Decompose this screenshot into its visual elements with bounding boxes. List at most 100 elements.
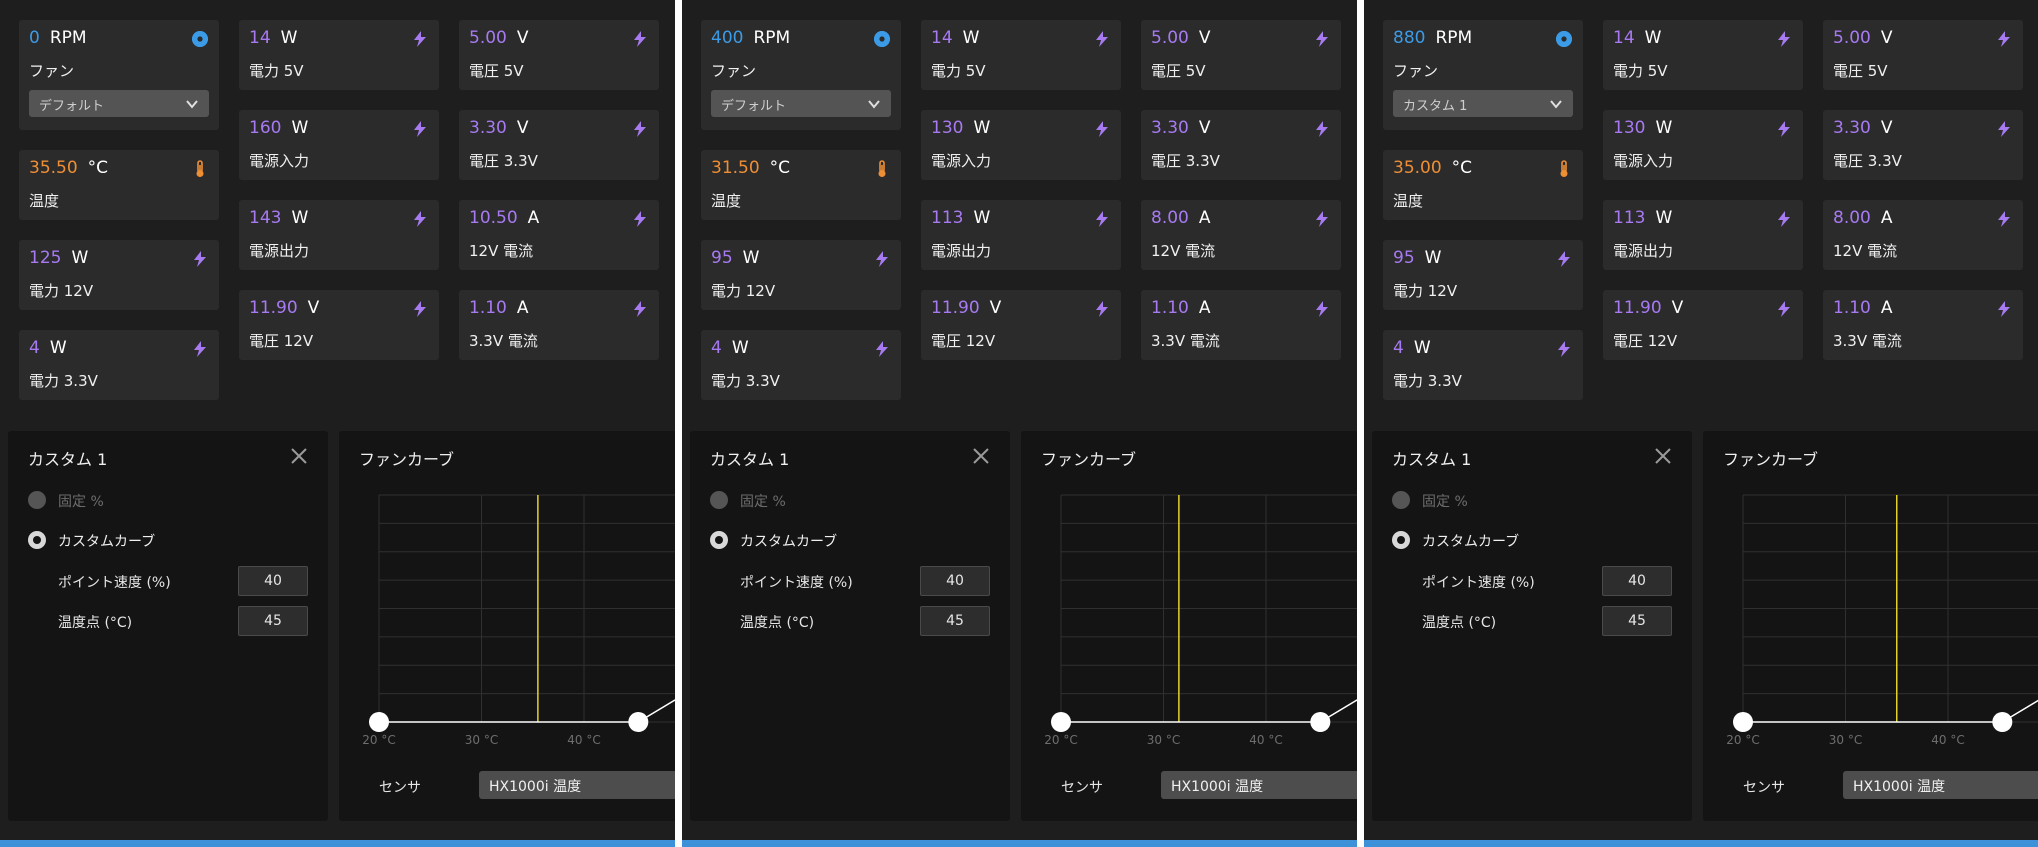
voltage-card: 3.30 V 電圧 3.3V: [1141, 110, 1341, 180]
reading-unit: A: [527, 208, 540, 228]
sensor-reading: 0 RPM: [29, 28, 87, 48]
reading-label: 電圧 12V: [931, 332, 996, 350]
fixed-percent-radio[interactable]: [28, 491, 46, 509]
reading-label: 12V 電流: [1833, 242, 1898, 260]
reading-value: 880: [1393, 28, 1426, 48]
lightning-icon: [1093, 300, 1111, 318]
reading-label: 電源出力: [931, 242, 992, 260]
voltage-card: 1.10 A 3.3V 電流: [1823, 290, 2023, 360]
sensor-reading: 1.10 A: [469, 298, 529, 318]
gear-icon[interactable]: [191, 30, 209, 48]
power-card: 11.90 V 電圧 12V: [1603, 290, 1803, 360]
temp-point-label: 温度点 (°C): [740, 615, 815, 631]
fixed-percent-radio[interactable]: [710, 491, 728, 509]
custom-profile-title: カスタム 1: [1392, 450, 1472, 469]
reading-unit: V: [989, 298, 1002, 318]
fixed-percent-label: 固定 %: [1422, 494, 1468, 510]
reading-unit: A: [1198, 298, 1211, 318]
reading-value: 11.90: [249, 298, 298, 318]
sensor-reading: 14 W: [1613, 28, 1661, 48]
sensor-reading: 10.50 A: [469, 208, 539, 228]
temp-point-input[interactable]: 45: [1602, 606, 1672, 636]
temp-point-label: 温度点 (°C): [58, 615, 133, 631]
reading-value: 14: [1613, 28, 1635, 48]
lightning-icon: [1313, 30, 1331, 48]
sensor-reading: 5.00 V: [1833, 28, 1893, 48]
reading-value: 4: [1393, 338, 1404, 358]
x-tick-label: 40 °C: [1931, 733, 1964, 747]
close-icon[interactable]: [972, 447, 990, 465]
reading-unit: W: [291, 118, 309, 138]
lightning-icon: [191, 340, 209, 358]
reading-unit: W: [973, 208, 991, 228]
sensor-reading: 3.30 V: [1151, 118, 1211, 138]
sensor-reading: 4W: [29, 338, 67, 358]
temp-point-input[interactable]: 45: [920, 606, 990, 636]
fan-curve-chart[interactable]: 20 °C30 °C40 °C5: [1021, 431, 1357, 761]
reading-value: 130: [931, 118, 964, 138]
custom-profile-panel: カスタム 1 固定 % カスタムカーブ ポイント速度 (%) 40 温度点 (°C) 45: [8, 431, 328, 821]
power-card: 130 W 電源入力: [921, 110, 1121, 180]
reading-value: 1.10: [469, 298, 507, 318]
close-icon[interactable]: [290, 447, 308, 465]
sensor-reading: 113 W: [1613, 208, 1672, 228]
sensor-select[interactable]: HX1000i 温度: [1843, 771, 2038, 799]
reading-unit: W: [291, 208, 309, 228]
power-card: 4 W 電力 3.3V: [701, 330, 901, 400]
custom-profile-title: カスタム 1: [710, 450, 790, 469]
chart-grid: [1742, 494, 2038, 723]
power-card: 130 W 電源入力: [1603, 110, 1803, 180]
close-icon[interactable]: [1654, 447, 1672, 465]
custom-curve-radio[interactable]: [710, 531, 728, 549]
reading-label: 温度: [711, 192, 742, 210]
reading-value: 5.00: [469, 28, 507, 48]
reading-value: 143: [249, 208, 282, 228]
fan-curve-chart[interactable]: 20 °C30 °C40 °C5: [339, 431, 675, 761]
lightning-icon: [1775, 30, 1793, 48]
monitor-panel: 400 RPM ファン デフォルト 31.50 °C 温度 95 W 電力 12V 4 W 電力 3.3…: [682, 0, 1357, 847]
power-card: 14 W 電力 5V: [921, 20, 1121, 90]
temp-point-input[interactable]: 45: [238, 606, 308, 636]
curve-point-handle[interactable]: [1992, 712, 2013, 732]
fan-mode-select[interactable]: カスタム 1: [1393, 90, 1573, 117]
reading-value: 3.30: [1151, 118, 1189, 138]
curve-point-handle[interactable]: [369, 712, 389, 732]
fan-mode-select[interactable]: デフォルト: [711, 90, 891, 117]
x-tick-label: 20 °C: [1726, 733, 1759, 747]
lightning-icon: [1775, 300, 1793, 318]
lightning-icon: [1995, 120, 2013, 138]
reading-label: 電力 12V: [1393, 282, 1458, 300]
x-tick-label: 30 °C: [1147, 733, 1180, 747]
curve-point-handle[interactable]: [1733, 712, 1753, 732]
custom-curve-radio[interactable]: [1392, 531, 1410, 549]
reading-unit: W: [962, 28, 980, 48]
fan-curve-chart[interactable]: 20 °C30 °C40 °C5: [1703, 431, 2038, 761]
sensor-select[interactable]: HX1000i 温度: [479, 771, 675, 799]
voltage-card: 8.00 A 12V 電流: [1823, 200, 2023, 270]
point-speed-input[interactable]: 40: [238, 566, 308, 596]
lightning-icon: [873, 340, 891, 358]
reading-label: 12V 電流: [469, 242, 534, 260]
reading-value: 95: [1393, 248, 1415, 268]
power-card: 95 W 電力 12V: [1383, 240, 1583, 310]
gear-icon[interactable]: [1555, 30, 1573, 48]
monitor-panel: 0 RPM ファン デフォルト 35.50 °C 温度 125 W 電力 12V 4 W 電力 3.3V…: [0, 0, 675, 847]
fan-card: 400 RPM ファン デフォルト: [701, 20, 901, 130]
gear-icon[interactable]: [873, 30, 891, 48]
point-speed-input[interactable]: 40: [920, 566, 990, 596]
lightning-icon: [1093, 210, 1111, 228]
custom-profile-title: カスタム 1: [28, 450, 108, 469]
fixed-percent-radio[interactable]: [1392, 491, 1410, 509]
chart-grid: [1060, 494, 1357, 723]
sensor-value: HX1000i 温度: [1853, 779, 1946, 795]
curve-point-handle[interactable]: [1310, 712, 1331, 732]
curve-point-handle[interactable]: [1051, 712, 1071, 732]
sensor-reading: 4W: [711, 338, 749, 358]
curve-point-handle[interactable]: [628, 712, 649, 732]
fan-mode-select[interactable]: デフォルト: [29, 90, 209, 117]
sensor-select[interactable]: HX1000i 温度: [1161, 771, 1357, 799]
sensor-label: センサ: [1743, 780, 1785, 796]
point-speed-input[interactable]: 40: [1602, 566, 1672, 596]
custom-curve-radio[interactable]: [28, 531, 46, 549]
reading-value: 35.00: [1393, 158, 1442, 178]
